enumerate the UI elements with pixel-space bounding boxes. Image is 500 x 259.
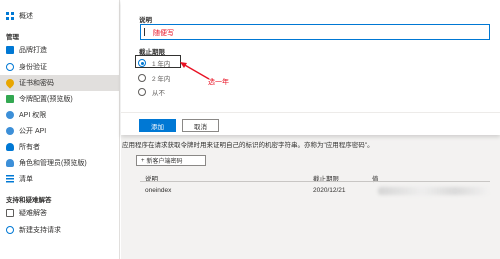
nav-item-owners[interactable]: 所有者 xyxy=(0,139,119,155)
nav-label: 公开 API xyxy=(19,128,47,135)
nav-label: 所有者 xyxy=(19,144,40,151)
support-icon xyxy=(6,226,14,234)
add-button[interactable]: 添加 xyxy=(139,119,176,132)
nav-item-authentication[interactable]: 身份验证 xyxy=(0,59,119,75)
auth-icon xyxy=(6,63,14,71)
option-label: 1 年内 xyxy=(152,61,171,68)
secret-value-redacted xyxy=(378,187,488,195)
nav-item-troubleshooting[interactable]: 疑难解答 xyxy=(0,205,119,221)
brand-icon xyxy=(6,46,14,54)
role-icon xyxy=(6,159,14,167)
nav-item-overview[interactable]: 概述 xyxy=(0,8,119,24)
option-label: 2 年内 xyxy=(152,76,171,83)
troubleshoot-icon xyxy=(6,209,14,217)
api-icon xyxy=(6,111,14,119)
secret-description-cell: oneindex xyxy=(145,187,172,194)
nav-item-api-permissions[interactable]: API 权限 xyxy=(0,107,119,123)
nav-item-new-support-request[interactable]: 新建支持请求 xyxy=(0,222,119,238)
radio-icon[interactable] xyxy=(138,74,146,82)
nav-item-expose-api[interactable]: 公开 API xyxy=(0,123,119,139)
radio-checked-icon[interactable] xyxy=(138,59,146,67)
nav-label: 令牌配置(预览版) xyxy=(19,96,73,103)
text-caret xyxy=(144,28,145,36)
grid-icon xyxy=(6,12,14,20)
section-manage: 管理 xyxy=(6,34,19,41)
nav-label: 概述 xyxy=(19,13,33,20)
description-value: 随便写 xyxy=(153,30,174,37)
nav-label: 疑难解答 xyxy=(19,210,47,217)
nav-item-manifest[interactable]: 清单 xyxy=(0,171,119,187)
list-icon xyxy=(6,175,14,183)
cloud-icon xyxy=(6,127,14,135)
nav-label: 身份验证 xyxy=(19,64,47,71)
secrets-description: 应用程序在请求获取令牌时用来证明自己的标识的机密字符串。亦称为"应用程序密码"。 xyxy=(122,142,374,149)
annotation-arrow-icon xyxy=(180,62,210,80)
nav-label: API 权限 xyxy=(19,112,47,119)
description-input[interactable]: 随便写 xyxy=(140,24,490,40)
cancel-button[interactable]: 取消 xyxy=(182,119,219,132)
expires-option-1-year[interactable]: 1 年内 xyxy=(138,58,170,68)
new-client-secret-button[interactable]: + 新客户端密码 xyxy=(136,155,206,166)
plus-icon: + xyxy=(141,157,145,164)
annotation-text: 选一年 xyxy=(208,79,229,86)
nav-label: 品牌打造 xyxy=(19,47,47,54)
option-label: 从不 xyxy=(152,90,165,97)
nav-item-branding[interactable]: 品牌打造 xyxy=(0,42,119,58)
table-divider xyxy=(140,181,490,182)
expires-option-never[interactable]: 从不 xyxy=(138,87,165,97)
nav-label: 角色和管理员(预览版) xyxy=(19,160,87,167)
nav-label: 新建支持请求 xyxy=(19,227,61,234)
token-icon xyxy=(6,95,14,103)
description-label: 说明 xyxy=(139,17,152,24)
nav-item-roles-admins[interactable]: 角色和管理员(预览版) xyxy=(0,155,119,171)
new-secret-label: 新客户端密码 xyxy=(146,159,183,165)
owner-icon xyxy=(6,143,14,151)
radio-icon[interactable] xyxy=(138,88,146,96)
expires-option-2-years[interactable]: 2 年内 xyxy=(138,73,170,83)
nav-item-certificates-secrets[interactable]: 证书和密码 xyxy=(0,75,119,91)
secret-expires-cell: 2020/12/21 xyxy=(313,187,346,194)
key-icon xyxy=(4,77,16,89)
left-nav: 概述 管理 品牌打造 身份验证 证书和密码 令牌配置(预览版) API 权限 公… xyxy=(0,0,120,259)
nav-label: 清单 xyxy=(19,176,33,183)
panel-divider xyxy=(121,112,500,113)
nav-item-token-config[interactable]: 令牌配置(预览版) xyxy=(0,91,119,107)
section-support: 支持和疑难解答 xyxy=(6,197,52,204)
nav-label: 证书和密码 xyxy=(19,80,54,87)
